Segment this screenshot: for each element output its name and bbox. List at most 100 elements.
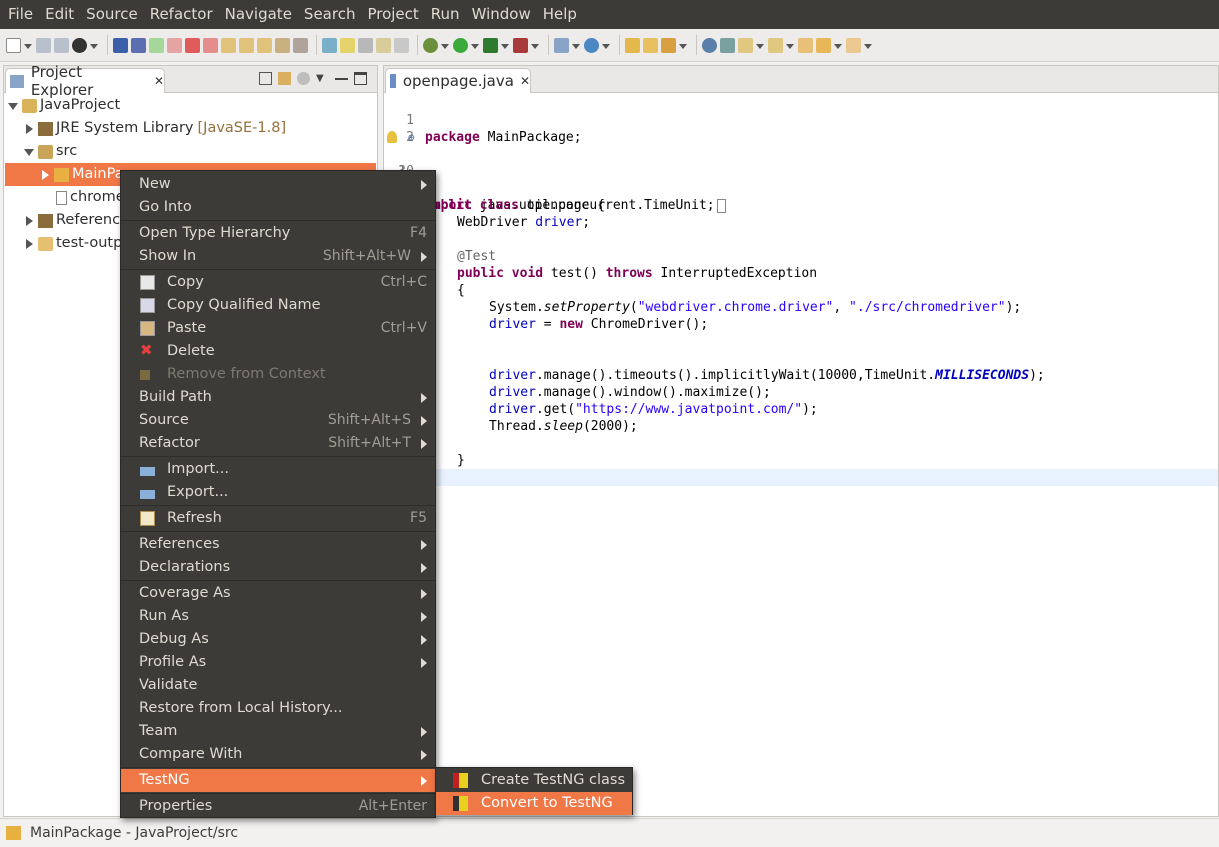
menu-item-open-type-hierarchy[interactable]: Open Type Hierarchy F4 [121,222,435,245]
menu-item-import[interactable]: Import... [121,458,435,481]
tab-project-explorer[interactable]: Project Explorer ✕ [5,63,165,99]
tree-item-chromedriver[interactable]: chrome [56,186,125,209]
new-dropdown-icon[interactable] [24,38,32,53]
tree-item-referenced-libraries[interactable]: Reference [24,209,129,232]
user-dropdown-icon[interactable] [90,38,98,53]
expand-arrow-icon[interactable] [24,123,34,134]
open-folder-icon[interactable] [643,37,658,53]
open-type-icon[interactable] [625,37,640,53]
menu-item-run-as[interactable]: Run As [121,605,435,628]
menu-item-show-in[interactable]: Show In Shift+Alt+W [121,245,435,268]
resume-icon[interactable] [149,37,164,53]
new-java-project-icon[interactable] [554,37,569,53]
expand-arrow-icon[interactable] [40,169,50,180]
menu-item-references[interactable]: References [121,533,435,556]
menu-run[interactable]: Run [425,0,466,29]
globe-icon[interactable] [702,37,717,53]
menu-search[interactable]: Search [298,0,362,29]
back-icon[interactable] [816,37,831,53]
tree-item-jre-library[interactable]: JRE System Library [JavaSE-1.8] [24,117,286,140]
debug-icon[interactable] [423,37,438,53]
new-wizard-icon[interactable] [6,37,21,53]
menu-refactor[interactable]: Refactor [144,0,219,29]
next-annotation-icon[interactable] [738,37,753,53]
expand-arrow-icon[interactable] [24,238,34,249]
prev-annotation-dropdown-icon[interactable] [786,38,794,53]
tree-item-javaproject[interactable]: JavaProject [8,94,120,117]
drop-to-frame-icon[interactable] [293,37,308,53]
menu-item-team[interactable]: Team [121,720,435,743]
menu-item-copy[interactable]: Copy Ctrl+C [121,271,435,294]
collapse-arrow-icon[interactable] [8,101,18,111]
debug-dropdown-icon[interactable] [441,38,449,53]
warning-lightbulb-icon[interactable] [387,131,397,143]
run-icon[interactable] [453,37,468,53]
close-icon[interactable]: ✕ [520,74,530,88]
code-area[interactable]: 1 package MainPackage; 2 3 ⊕ import java… [384,93,1218,816]
menu-item-copy-qualified-name[interactable]: Copy Qualified Name [121,294,435,317]
menu-item-declarations[interactable]: Declarations [121,556,435,579]
focus-icon[interactable] [297,72,310,85]
menu-edit[interactable]: Edit [39,0,80,29]
menu-item-restore-local-history[interactable]: Restore from Local History... [121,697,435,720]
prev-annotation-icon[interactable] [768,37,783,53]
search-dropdown-icon[interactable] [679,38,687,53]
disconnect-icon[interactable] [203,37,218,53]
menu-item-remove-from-context[interactable]: Remove from Context [121,363,435,386]
tree-item-test-output[interactable]: test-outpu [24,232,132,255]
user-icon[interactable] [72,37,87,53]
collapse-arrow-icon[interactable] [24,147,34,157]
coverage-dropdown-icon[interactable] [501,38,509,53]
run-dropdown-icon[interactable] [471,38,479,53]
collapse-all-icon[interactable] [259,72,272,85]
step-return-icon[interactable] [257,37,272,53]
terminate-icon[interactable] [185,37,200,53]
menu-item-refresh[interactable]: Refresh F5 [121,507,435,530]
menu-item-validate[interactable]: Validate [121,674,435,697]
menu-item-convert-to-testng[interactable]: Convert to TestNG [436,792,632,815]
fold-expand-icon[interactable]: ⊕ [408,129,415,146]
annotation-icon[interactable] [720,37,735,53]
step-over-icon[interactable] [239,37,254,53]
minimize-icon[interactable] [335,72,348,80]
mark-occurrences-icon[interactable] [340,37,355,53]
menu-help[interactable]: Help [537,0,583,29]
menu-item-delete[interactable]: ✖ Delete [121,340,435,363]
menu-item-properties[interactable]: Properties Alt+Enter [121,795,435,818]
menu-item-new[interactable]: New [121,173,435,196]
tree-item-src[interactable]: src [24,140,77,163]
menu-item-export[interactable]: Export... [121,481,435,504]
menu-source[interactable]: Source [80,0,144,29]
skip-breakpoints-icon[interactable] [131,37,146,53]
last-edit-icon[interactable] [798,37,813,53]
menu-item-testng[interactable]: TestNG [121,769,435,792]
suspend-icon[interactable] [167,37,182,53]
search-tool-icon[interactable] [661,37,676,53]
step-into-icon[interactable] [221,37,236,53]
menu-project[interactable]: Project [361,0,424,29]
menu-item-create-testng-class[interactable]: Create TestNG class [436,769,632,792]
menu-navigate[interactable]: Navigate [219,0,298,29]
new-class-icon[interactable] [584,37,599,53]
menu-file[interactable]: File [2,0,39,29]
coverage-icon[interactable] [358,37,373,53]
forward-icon[interactable] [846,37,861,53]
next-annotation-dropdown-icon[interactable] [756,38,764,53]
maximize-icon[interactable] [354,72,367,85]
menu-item-profile-as[interactable]: Profile As [121,651,435,674]
tab-openpage-java[interactable]: openpage.java ✕ [385,68,531,93]
console-icon[interactable] [113,37,128,53]
show-whitespace-icon[interactable] [394,37,409,53]
menu-item-build-path[interactable]: Build Path [121,386,435,409]
expand-arrow-icon[interactable] [24,215,34,226]
link-with-editor-icon[interactable] [278,72,291,85]
menu-item-coverage-as[interactable]: Coverage As [121,582,435,605]
external-tools-icon[interactable] [513,37,528,53]
menu-item-go-into[interactable]: Go Into [121,196,435,219]
save-icon[interactable] [36,37,51,53]
save-all-icon[interactable] [54,37,69,53]
menu-item-source[interactable]: Source Shift+Alt+S [121,409,435,432]
menu-window[interactable]: Window [466,0,537,29]
back-dropdown-icon[interactable] [834,38,842,53]
menu-item-debug-as[interactable]: Debug As [121,628,435,651]
